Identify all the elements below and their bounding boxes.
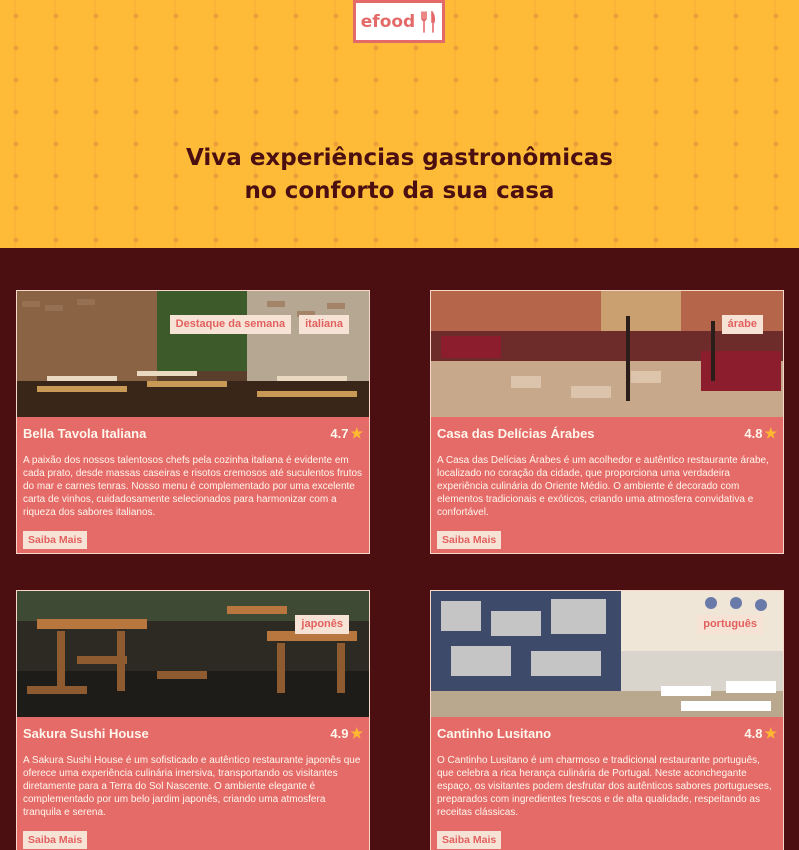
rating-value: 4.8 [744, 426, 763, 441]
restaurant-image: português [431, 591, 783, 717]
restaurant-image: Destaque da semana italiana [17, 291, 369, 417]
rating: 4.8 ★ [744, 425, 777, 442]
restaurant-card: português Cantinho Lusitano 4.8 ★ O Cant… [430, 590, 784, 850]
tag-cuisine: italiana [299, 315, 349, 334]
restaurant-description: A Sakura Sushi House é um sofisticado e … [23, 755, 361, 818]
restaurant-description: O Cantinho Lusitano é um charmoso e trad… [437, 755, 772, 818]
tag-list: Destaque da semana italiana [169, 315, 349, 334]
saiba-mais-button[interactable]: Saiba Mais [437, 831, 502, 849]
restaurant-name: Sakura Sushi House [23, 726, 149, 741]
restaurant-name: Cantinho Lusitano [437, 726, 552, 741]
fork-knife-icon [421, 10, 436, 33]
restaurant-card: árabe Casa das Delícias Árabes 4.8 ★ A C… [430, 290, 784, 554]
logo-text: efood [360, 11, 416, 32]
saiba-mais-button[interactable]: Saiba Mais [437, 531, 502, 549]
restaurant-image: árabe [431, 291, 783, 417]
rating: 4.9 ★ [330, 725, 363, 742]
restaurant-card: Destaque da semana italiana Bella Tavola… [16, 290, 370, 554]
star-icon: ★ [764, 425, 777, 441]
rating-value: 4.9 [330, 726, 349, 741]
rating-value: 4.7 [330, 426, 349, 441]
tag-cuisine: português [697, 615, 763, 634]
hero-banner: efood Viva experiências gastronômicas no… [0, 0, 799, 248]
star-icon: ★ [350, 425, 363, 441]
restaurant-description: A paixão dos nossos talentosos chefs pel… [23, 455, 363, 518]
title-line-1: Viva experiências gastronômicas [186, 145, 613, 171]
tag-list: árabe [721, 315, 763, 334]
efood-logo[interactable]: efood [353, 0, 445, 43]
tag-featured: Destaque da semana [169, 315, 292, 334]
star-icon: ★ [764, 725, 777, 741]
restaurant-name: Casa das Delícias Árabes [437, 426, 595, 441]
page-title: Viva experiências gastronômicas no confo… [0, 142, 799, 208]
restaurant-image: japonês [17, 591, 369, 717]
restaurant-description: A Casa das Delícias Árabes é um acolhedo… [437, 455, 769, 518]
saiba-mais-button[interactable]: Saiba Mais [23, 831, 88, 849]
title-line-2: no conforto da sua casa [244, 178, 555, 204]
rating-value: 4.8 [744, 726, 763, 741]
star-icon: ★ [350, 725, 363, 741]
tag-list: português [697, 615, 763, 634]
saiba-mais-button[interactable]: Saiba Mais [23, 531, 88, 549]
restaurant-card: japonês Sakura Sushi House 4.9 ★ A Sakur… [16, 590, 370, 850]
rating: 4.8 ★ [744, 725, 777, 742]
tag-list: japonês [295, 615, 349, 634]
restaurant-name: Bella Tavola Italiana [23, 426, 147, 441]
rating: 4.7 ★ [330, 425, 363, 442]
tag-cuisine: árabe [721, 315, 763, 334]
tag-cuisine: japonês [295, 615, 349, 634]
